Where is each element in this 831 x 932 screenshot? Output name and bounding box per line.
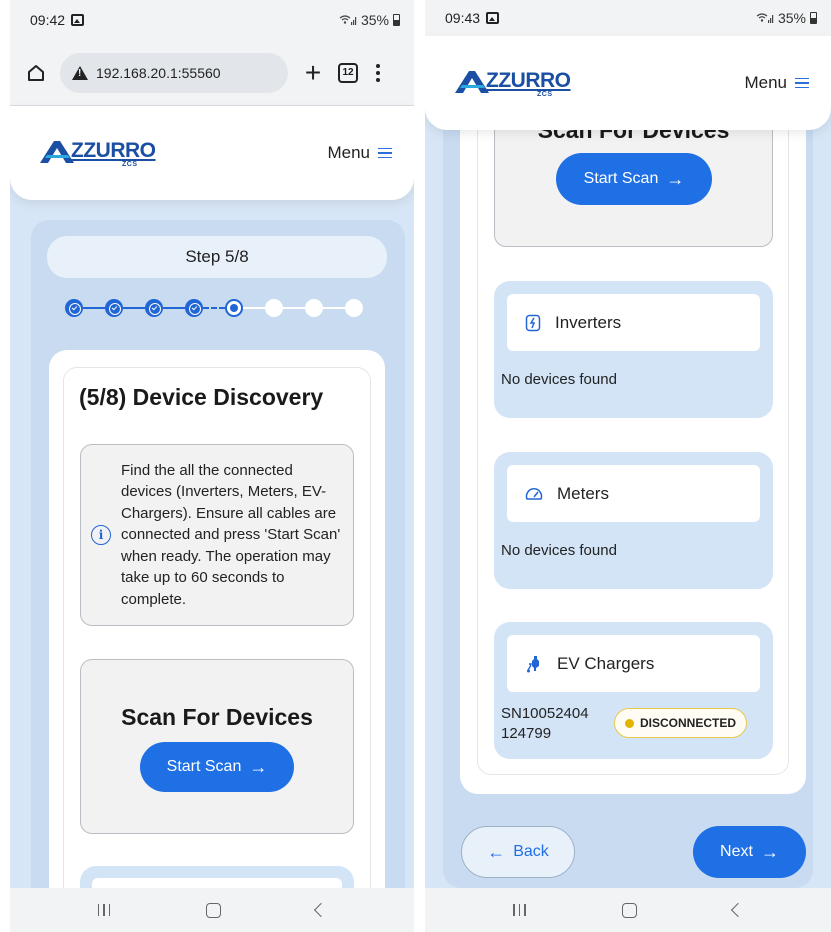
status-time: 09:42 [30, 12, 66, 28]
arrow-right-icon: → [760, 841, 779, 862]
inverters-title: Inverters [555, 312, 622, 332]
step-2-done-icon [105, 299, 123, 317]
status-dot-icon [625, 718, 634, 728]
app-header: ZZURRO ZCS Menu [10, 106, 414, 200]
url-text: 192.168.20.1:55560 [96, 64, 221, 81]
ev-chargers-panel: EV Chargers SN10052404 124799 DISCONNECT… [494, 622, 773, 759]
wifi-signal-icon [756, 13, 774, 23]
status-bar: 09:43 35% [425, 0, 831, 36]
not-secure-warning-icon [72, 65, 88, 80]
start-scan-button[interactable]: Start Scan → [556, 153, 712, 205]
meters-title: Meters [557, 483, 609, 503]
recent-apps-icon[interactable] [97, 904, 111, 916]
step-indicator: Step 5/8 [47, 236, 387, 278]
status-badge: DISCONNECTED [614, 708, 748, 738]
right-phone-screen: Scan For Devices Start Scan → 09:43 35% [425, 0, 831, 932]
home-icon[interactable] [22, 59, 50, 87]
ev-chargers-title: EV Chargers [557, 653, 655, 673]
step-7-icon [305, 299, 323, 317]
inverters-header: Inverters [507, 294, 760, 351]
progress-stepper [65, 299, 363, 317]
step-6-icon [265, 299, 283, 317]
home-nav-icon[interactable] [205, 902, 221, 918]
azzurro-logo[interactable]: ZZURRO ZCS [40, 139, 156, 168]
menu-button[interactable]: Menu [744, 73, 809, 93]
step-8-icon [345, 299, 363, 317]
gauge-icon [525, 487, 543, 500]
scan-box: Scan For Devices Start Scan → [80, 659, 354, 834]
menu-label: Menu [744, 73, 787, 92]
address-bar[interactable]: 192.168.20.1:55560 [60, 52, 288, 93]
wifi-signal-icon [339, 15, 357, 25]
menu-button[interactable]: Menu [327, 143, 392, 163]
step-4-done-icon [185, 299, 203, 317]
new-tab-button[interactable]: + [298, 58, 328, 87]
azzurro-logo[interactable]: ZZURRO ZCS [455, 69, 571, 98]
meters-note: No devices found [501, 542, 617, 559]
battery-percent: 35% [777, 10, 806, 26]
hamburger-icon [378, 147, 392, 159]
ev-charger-serial: SN10052404 124799 [501, 705, 589, 742]
battery-percent: 35% [360, 12, 389, 28]
info-box: i Find the all the connected devices (In… [80, 444, 354, 626]
scan-title: Scan For Devices [121, 704, 313, 730]
browser-menu-icon[interactable] [368, 63, 388, 82]
logo-a-mark [40, 140, 74, 163]
section-title: (5/8) Device Discovery [79, 384, 324, 410]
step-1-done-icon [65, 299, 83, 317]
next-button[interactable]: Next → [693, 826, 806, 878]
tab-switcher-button[interactable]: 12 [338, 62, 358, 83]
back-nav-icon[interactable] [314, 902, 329, 918]
hamburger-icon [795, 77, 809, 89]
gallery-notification-icon [486, 12, 500, 24]
back-button[interactable]: ← Back [461, 826, 575, 878]
info-text: Find the all the connected devices (Inve… [121, 461, 341, 608]
arrow-right-icon: → [249, 756, 268, 777]
ev-plug-icon [527, 655, 539, 672]
start-scan-button[interactable]: Start Scan → [140, 742, 294, 792]
android-nav-bar [425, 888, 831, 932]
recent-apps-icon[interactable] [513, 904, 526, 916]
left-phone-screen: 09:42 35% 192.168.20.1:55560 + 12 [10, 0, 414, 932]
arrow-right-icon: → [666, 168, 685, 189]
gallery-notification-icon [71, 14, 85, 26]
step-3-done-icon [145, 299, 163, 317]
battery-icon [393, 14, 400, 26]
status-bar: 09:42 35% [10, 0, 414, 40]
logo-a-mark [455, 70, 489, 93]
step-5-current-icon [225, 299, 243, 317]
status-time: 09:43 [445, 10, 481, 26]
back-nav-icon[interactable] [730, 902, 745, 918]
app-header: ZZURRO ZCS Menu [425, 36, 831, 130]
android-nav-bar [10, 888, 414, 932]
meters-panel: Meters No devices found [494, 452, 773, 589]
home-nav-icon[interactable] [621, 902, 637, 918]
browser-toolbar: 192.168.20.1:55560 + 12 [10, 40, 414, 106]
ev-chargers-header: EV Chargers [507, 635, 760, 692]
inverters-note: No devices found [501, 371, 617, 388]
arrow-left-icon: ← [487, 841, 506, 862]
menu-label: Menu [327, 143, 370, 162]
inverters-panel: Inverters No devices found [494, 281, 773, 418]
info-icon: i [91, 525, 111, 545]
inverter-icon [525, 314, 541, 331]
step-label: Step 5/8 [185, 247, 249, 266]
meters-header: Meters [507, 465, 760, 522]
battery-icon [810, 12, 817, 24]
